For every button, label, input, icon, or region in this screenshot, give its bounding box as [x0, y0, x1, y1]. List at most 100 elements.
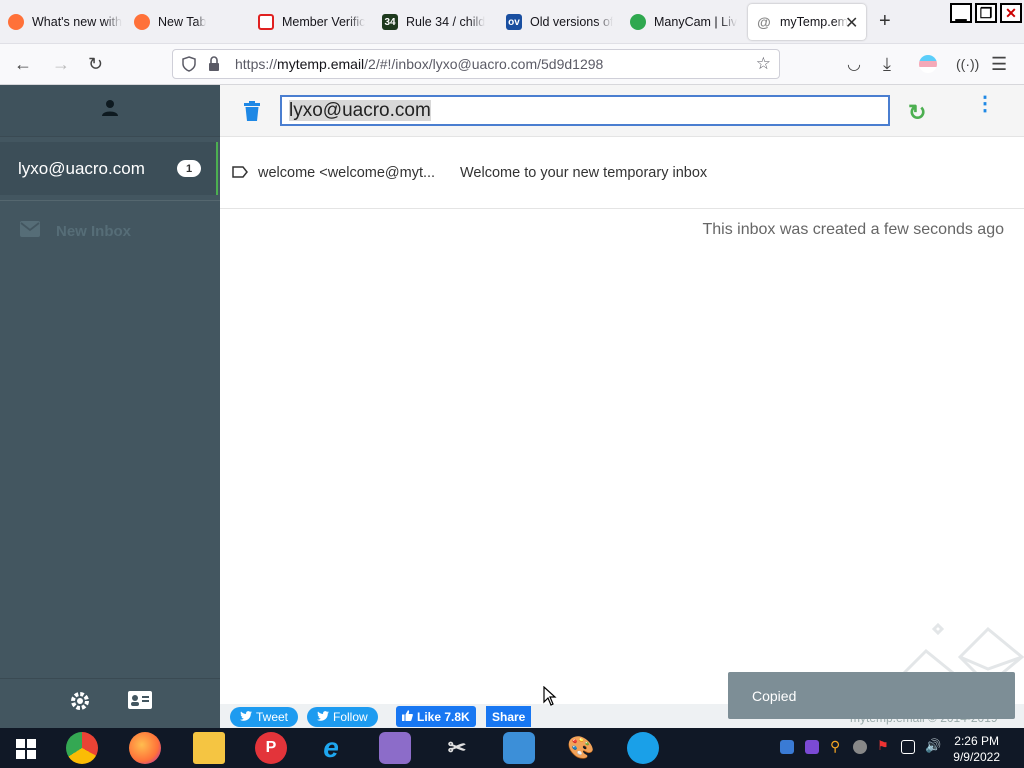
chrome-icon[interactable] [66, 732, 98, 764]
close-tab-icon[interactable]: ✕ [845, 13, 858, 33]
url-path: /2/#!/inbox/lyxo@uacro.com/5d9d1298 [364, 56, 604, 72]
tray-flag-icon[interactable]: ⚑ [877, 738, 891, 753]
os-taskbar: P e ✂ 🎨 ⚲ ⚑ 🔊 2:26 PM 9/9/2022 [0, 728, 1024, 768]
sidebar-item-active-inbox[interactable]: lyxo@uacro.com 1 [0, 142, 218, 195]
sidebar-header [0, 85, 220, 137]
user-icon[interactable] [101, 99, 119, 122]
refresh-icon[interactable]: ↻ [908, 100, 926, 126]
url-prefix: https:// [235, 56, 278, 72]
email-address-text: lyxo@uacro.com [289, 100, 431, 121]
lock-icon[interactable] [207, 56, 221, 75]
tray-app-icon[interactable] [780, 740, 794, 754]
new-inbox-button[interactable]: New Inbox [20, 221, 131, 241]
tray-search-icon[interactable]: ⚲ [830, 738, 844, 754]
tab-member-verific[interactable]: Member Verific [250, 4, 372, 40]
forward-icon[interactable]: → [52, 54, 70, 75]
at-icon: @ [757, 14, 771, 30]
twitter-bird-icon [240, 710, 252, 724]
tab-old-versions[interactable]: ov Old versions of [498, 4, 620, 40]
tray-volume-icon[interactable]: 🔊 [925, 738, 941, 753]
bookmark-star-icon[interactable]: ☆ [756, 54, 771, 74]
url-text: https://mytemp.email/2/#!/inbox/lyxo@uac… [235, 56, 603, 72]
tab-label: Old versions of [530, 15, 614, 29]
back-icon[interactable]: ← [14, 54, 32, 75]
clock-time: 2:26 PM [954, 734, 999, 748]
browser-tab-bar: What's new with New Tab Member Verific 3… [0, 0, 1024, 44]
tweet-button[interactable]: Tweet [230, 707, 299, 727]
mail-icon [20, 221, 40, 241]
tray-network-icon[interactable] [901, 740, 915, 754]
message-subject: Welcome to your new temporary inbox [460, 165, 708, 181]
label-tag-icon [232, 166, 248, 182]
tab-new-tab[interactable]: New Tab [126, 4, 246, 40]
sidebar-item-label: lyxo@uacro.com [18, 158, 145, 178]
delete-trash-icon[interactable] [244, 101, 260, 126]
follow-label: Follow [333, 710, 368, 724]
url-domain: mytemp.email [277, 56, 365, 72]
tab-label: What's new with [32, 15, 122, 29]
shield-icon[interactable] [181, 56, 197, 75]
main-content: lyxo@uacro.com ↻ ⋮ welcome <welcome@myt.… [220, 85, 1024, 728]
like-label: Like 7.8K [417, 709, 470, 724]
firefox-icon[interactable] [129, 732, 161, 764]
new-tab-icon[interactable]: + [879, 10, 891, 33]
extension-icon[interactable] [919, 55, 937, 73]
sidebar-footer [0, 678, 220, 728]
photos-icon[interactable] [503, 732, 535, 764]
tab-label: New Tab [158, 15, 207, 29]
maximize-button[interactable]: ❐ [975, 3, 997, 23]
thumbs-up-icon [402, 709, 413, 724]
tab-label: myTemp.em [780, 15, 848, 29]
toast-text: Copied [752, 687, 797, 704]
pocket-icon[interactable]: ◡ [847, 54, 861, 74]
copied-toast: Copied [728, 672, 1015, 719]
sidebar: lyxo@uacro.com 1 New Inbox [0, 85, 220, 728]
rule34-icon: 34 [382, 14, 398, 30]
extension-2-icon[interactable]: ((·)) [956, 56, 979, 72]
more-vert-icon[interactable]: ⋮ [975, 94, 995, 114]
firefox-icon [134, 14, 150, 30]
tab-rule34[interactable]: 34 Rule 34 / child [374, 4, 496, 40]
paint-palette-icon[interactable]: 🎨 [565, 732, 597, 764]
follow-button[interactable]: Follow [307, 707, 378, 727]
new-inbox-label: New Inbox [56, 222, 132, 240]
taskbar-clock[interactable]: 2:26 PM 9/9/2022 [953, 733, 1000, 765]
tab-label: ManyCam | Liv [654, 15, 738, 29]
settings-gear-icon[interactable] [69, 690, 91, 717]
app-paint-icon[interactable] [379, 732, 411, 764]
windows-start-icon[interactable] [16, 739, 36, 764]
tray-status-icon[interactable] [853, 740, 867, 754]
tab-whats-new[interactable]: What's new with [0, 4, 122, 40]
facebook-share-button[interactable]: Share [486, 706, 532, 727]
close-window-button[interactable]: ✕ [1000, 3, 1022, 23]
menu-icon[interactable]: ☰ [991, 54, 1007, 75]
contact-card-icon[interactable] [128, 691, 152, 714]
video-icon [258, 14, 274, 30]
manycam-icon [630, 14, 646, 30]
email-address-field[interactable]: lyxo@uacro.com [280, 95, 890, 126]
mouse-cursor-icon [543, 685, 557, 711]
inbox-toolbar: lyxo@uacro.com ↻ ⋮ [220, 85, 1024, 137]
minimize-button[interactable]: ▁ [950, 3, 972, 23]
internet-explorer-icon[interactable]: e [315, 732, 347, 764]
clock-date: 9/9/2022 [953, 750, 1000, 764]
firefox-icon [8, 14, 24, 30]
twitter-bird-icon [317, 710, 329, 724]
download-icon[interactable]: ⤓ [883, 54, 891, 75]
snipping-tool-icon[interactable]: ✂ [441, 732, 473, 764]
manycam-icon[interactable] [627, 732, 659, 764]
tray-camera-icon[interactable] [805, 740, 819, 754]
unread-count-badge: 1 [177, 160, 201, 177]
reload-icon[interactable]: ↻ [88, 54, 103, 75]
file-explorer-icon[interactable] [193, 732, 225, 764]
sidebar-divider [0, 200, 220, 201]
list-item[interactable]: welcome <welcome@myt... Welcome to your … [220, 155, 1024, 209]
inbox-created-note: This inbox was created a few seconds ago [702, 221, 1005, 238]
app-p-icon[interactable]: P [255, 732, 287, 764]
tab-manycam[interactable]: ManyCam | Liv [622, 4, 744, 40]
facebook-like-button[interactable]: Like 7.8K [396, 706, 476, 727]
url-bar[interactable]: https://mytemp.email/2/#!/inbox/lyxo@uac… [172, 49, 780, 79]
share-label: Share [492, 709, 526, 724]
tab-label: Member Verific [282, 15, 366, 29]
tab-label: Rule 34 / child [406, 15, 486, 29]
